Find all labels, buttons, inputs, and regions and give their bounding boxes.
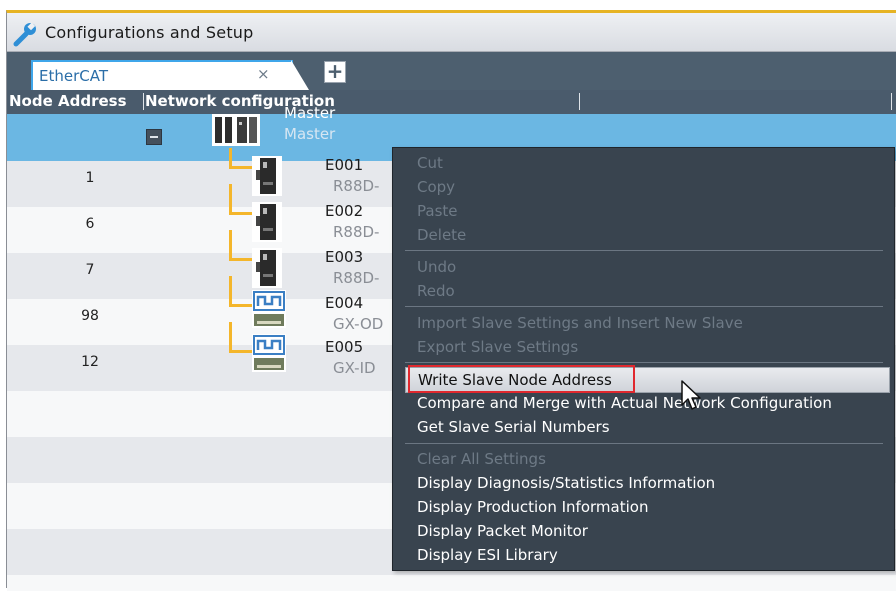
- servo-drive-icon: [252, 248, 282, 288]
- menu-separator: [405, 250, 883, 251]
- menu-item-get-serial-numbers[interactable]: Get Slave Serial Numbers: [417, 418, 610, 436]
- menu-item-paste[interactable]: Paste: [417, 202, 458, 220]
- node-address: 7: [85, 262, 95, 278]
- servo-drive-icon: [252, 202, 282, 242]
- device-name: E005: [325, 338, 364, 356]
- mouse-pointer-icon: [681, 380, 701, 410]
- column-header: Node Address Network configuration: [7, 90, 896, 114]
- menu-item-undo[interactable]: Undo: [417, 258, 456, 276]
- context-menu: Cut Copy Paste Delete Undo Redo Import S…: [392, 147, 895, 571]
- menu-item-cut[interactable]: Cut: [417, 154, 443, 172]
- io-module-icon: [252, 290, 286, 328]
- master-controller-icon: [212, 114, 260, 146]
- menu-separator: [405, 443, 883, 444]
- tab-ethercat[interactable]: EtherCAT ×: [31, 60, 309, 90]
- menu-item-production-information[interactable]: Display Production Information: [417, 498, 648, 516]
- device-model: R88D-: [333, 177, 380, 195]
- tab-close-icon[interactable]: ×: [257, 65, 270, 83]
- node-address: 12: [81, 354, 99, 370]
- node-address: 98: [81, 308, 99, 324]
- menu-separator: [405, 362, 883, 363]
- device-model: R88D-: [333, 269, 380, 287]
- tree-connector: [229, 148, 252, 169]
- panel-title: Configurations and Setup: [45, 23, 254, 42]
- device-name: E002: [325, 202, 364, 220]
- master-name: Master: [284, 104, 336, 122]
- menu-item-packet-monitor[interactable]: Display Packet Monitor: [417, 522, 588, 540]
- column-separator[interactable]: [143, 93, 144, 110]
- tree-connector: [229, 230, 252, 261]
- menu-item-diagnosis-statistics[interactable]: Display Diagnosis/Statistics Information: [417, 474, 715, 492]
- menu-item-import-slave-settings[interactable]: Import Slave Settings and Insert New Sla…: [417, 314, 743, 332]
- tree-connector: [229, 322, 252, 353]
- tree-connector: [229, 184, 252, 215]
- device-name: E001: [325, 156, 364, 174]
- device-name: E003: [325, 248, 364, 266]
- menu-item-compare-and-merge[interactable]: Compare and Merge with Actual Network Co…: [417, 394, 832, 412]
- device-name: E004: [325, 294, 364, 312]
- panel-title-bar: Configurations and Setup: [7, 13, 896, 52]
- column-separator[interactable]: [579, 93, 580, 110]
- device-model: GX-OD: [333, 315, 384, 333]
- menu-item-clear-all-settings[interactable]: Clear All Settings: [417, 450, 546, 468]
- empty-row: [7, 575, 896, 591]
- menu-item-delete[interactable]: Delete: [417, 226, 466, 244]
- menu-item-esi-library[interactable]: Display ESI Library: [417, 546, 558, 564]
- servo-drive-icon: [252, 156, 282, 196]
- node-address: 1: [85, 170, 95, 186]
- tab-label: EtherCAT: [39, 67, 108, 85]
- highlight-box: [408, 365, 635, 393]
- tab-strip: EtherCAT × +: [7, 52, 896, 90]
- column-node-address[interactable]: Node Address: [9, 92, 127, 110]
- collapse-toggle[interactable]: [146, 129, 162, 145]
- wrench-icon: [13, 22, 36, 47]
- tree-connector: [229, 276, 252, 307]
- device-model: R88D-: [333, 223, 380, 241]
- menu-item-export-slave-settings[interactable]: Export Slave Settings: [417, 338, 578, 356]
- device-model: GX-ID: [333, 359, 376, 377]
- column-separator[interactable]: [891, 93, 892, 110]
- menu-item-copy[interactable]: Copy: [417, 178, 455, 196]
- menu-item-redo[interactable]: Redo: [417, 282, 455, 300]
- master-model: Master: [284, 125, 336, 143]
- menu-separator: [405, 306, 883, 307]
- io-module-icon: [252, 334, 286, 372]
- add-tab-button[interactable]: +: [324, 61, 346, 83]
- node-address: 6: [85, 216, 95, 232]
